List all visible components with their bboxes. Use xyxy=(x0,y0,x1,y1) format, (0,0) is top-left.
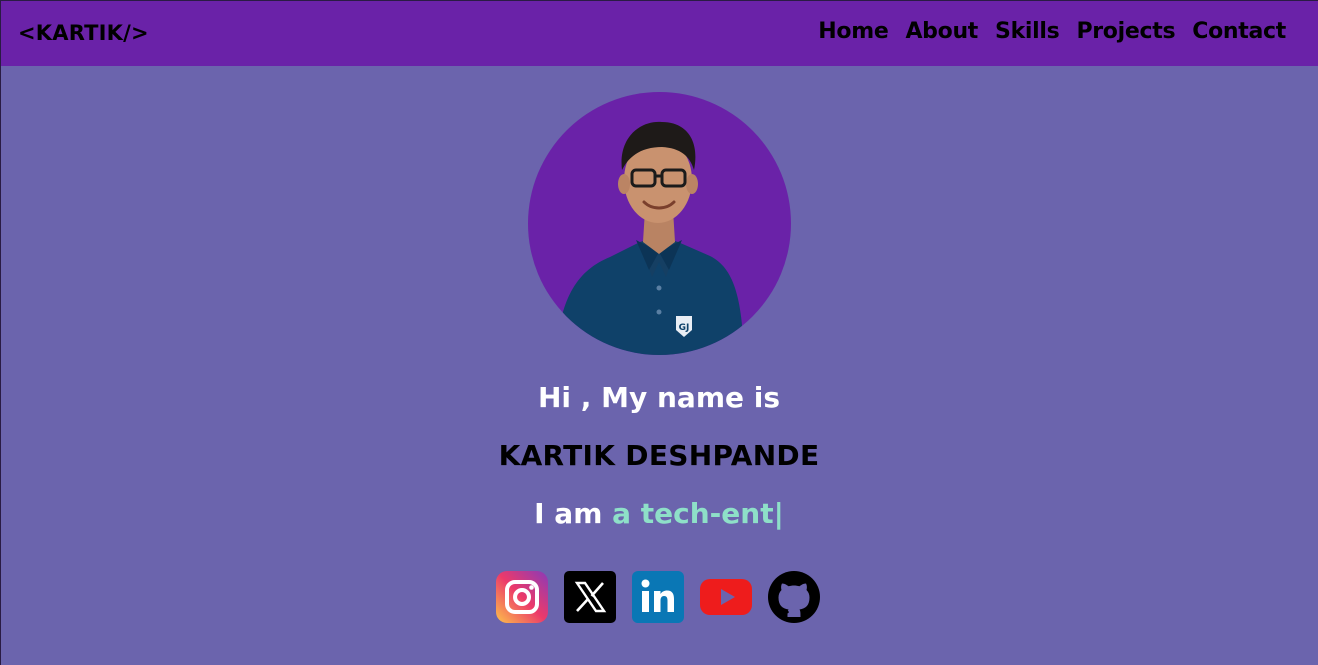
site-logo[interactable]: <KARTIK/> xyxy=(18,21,149,45)
hero-role-typed: a tech-ent| xyxy=(612,497,784,530)
linkedin-icon[interactable] xyxy=(632,571,684,623)
nav-about-link[interactable]: About xyxy=(905,19,978,44)
youtube-icon[interactable] xyxy=(700,571,752,623)
nav-home-link[interactable]: Home xyxy=(818,19,888,44)
social-links xyxy=(496,571,820,623)
instagram-icon[interactable] xyxy=(496,571,548,623)
nav-contact-link[interactable]: Contact xyxy=(1192,19,1286,44)
github-icon[interactable] xyxy=(768,571,820,623)
nav-links: Home About Skills Projects Contact xyxy=(818,19,1286,44)
nav-skills-link[interactable]: Skills xyxy=(995,19,1060,44)
x-twitter-icon[interactable] xyxy=(564,571,616,623)
profile-photo: GJ xyxy=(528,92,791,355)
hero-role: I am a tech-ent| xyxy=(0,497,1318,530)
hero-role-prefix: I am xyxy=(534,497,613,530)
nav-projects-link[interactable]: Projects xyxy=(1076,19,1175,44)
profile-photo-illustration: GJ xyxy=(556,121,744,355)
hero-greeting: Hi , My name is xyxy=(537,381,781,414)
svg-text:GJ: GJ xyxy=(679,323,690,333)
navbar: <KARTIK/> Home About Skills Projects Con… xyxy=(0,0,1318,66)
page-left-border xyxy=(0,66,1,665)
hero-name: KARTIK DESHPANDE xyxy=(498,439,820,472)
